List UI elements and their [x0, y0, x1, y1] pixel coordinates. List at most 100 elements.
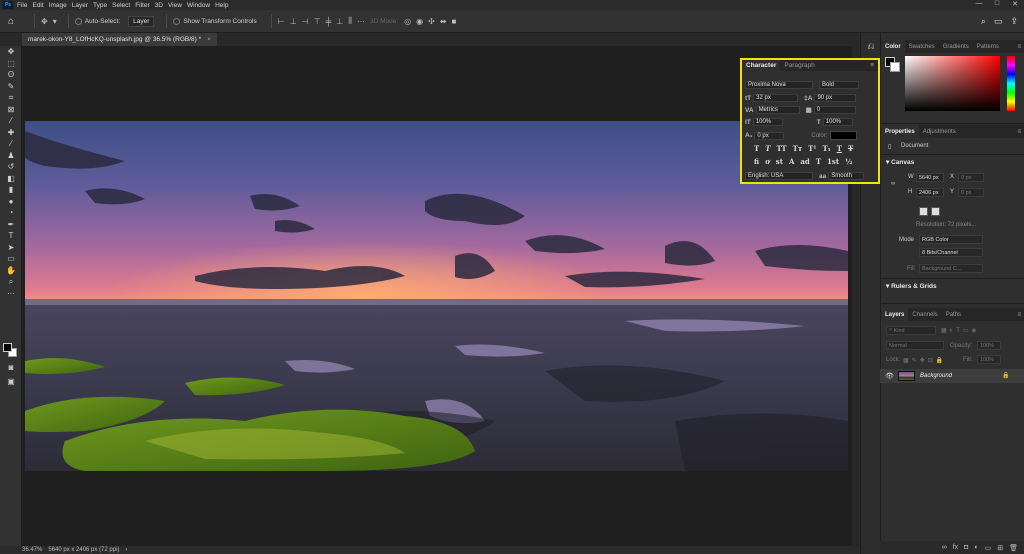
3d-scale-icon[interactable]: ■	[452, 17, 457, 26]
zoom-tool-icon[interactable]: ⌕	[0, 276, 22, 288]
adjustment-layer-icon[interactable]: ◐	[974, 544, 978, 551]
font-style-select[interactable]: Bold	[819, 81, 859, 89]
status-arrow-icon[interactable]: ›	[125, 547, 127, 553]
menu-select[interactable]: Select	[112, 2, 130, 9]
underline-icon[interactable]: T	[837, 144, 842, 153]
antialias-select[interactable]: Smooth	[828, 172, 865, 180]
blend-mode-select[interactable]: Normal	[886, 341, 944, 350]
menu-view[interactable]: View	[168, 2, 182, 9]
history-panel-icon[interactable]: ⎌	[861, 37, 881, 55]
type-tool-icon[interactable]: T	[0, 230, 22, 242]
contextual-alternates-icon[interactable]: T	[816, 157, 821, 166]
screen-mode-icon[interactable]: ▣	[0, 376, 22, 388]
layer-style-icon[interactable]: fx	[953, 544, 958, 551]
link-dimensions-icon[interactable]: ∞	[891, 181, 895, 187]
menu-edit[interactable]: Edit	[32, 2, 43, 9]
tab-properties[interactable]: Properties	[881, 125, 919, 138]
ordinals-icon[interactable]: 1st	[827, 157, 839, 166]
vertical-scale-field[interactable]: 100%	[752, 118, 783, 126]
document-image[interactable]	[25, 121, 848, 471]
marquee-tool-icon[interactable]: ⬚	[0, 58, 22, 70]
new-layer-icon[interactable]: ⊞	[997, 544, 1003, 552]
stylistic-alternates-icon[interactable]: st	[776, 157, 783, 166]
ligatures-icon[interactable]: fi	[754, 157, 759, 166]
history-brush-tool-icon[interactable]: ↺	[0, 161, 22, 173]
canvas-width-field[interactable]: 5640 px	[916, 173, 944, 182]
healing-brush-tool-icon[interactable]: ✚	[0, 127, 22, 139]
crop-tool-icon[interactable]: ⌗	[0, 92, 22, 104]
foreground-color-swatch[interactable]	[3, 343, 12, 352]
close-tab-icon[interactable]: ×	[207, 36, 211, 43]
panel-menu-icon[interactable]: ≡	[1017, 312, 1021, 318]
auto-select-dropdown[interactable]: Layer	[128, 15, 155, 27]
small-caps-icon[interactable]: Tт	[793, 144, 803, 153]
tab-patterns[interactable]: Patterns	[973, 40, 1003, 53]
tab-channels[interactable]: Channels	[908, 308, 941, 321]
tab-gradients[interactable]: Gradients	[939, 40, 973, 53]
panel-menu-icon[interactable]: ≡	[1017, 44, 1021, 50]
canvas-section-label[interactable]: ▾ Canvas	[886, 158, 914, 166]
tab-paths[interactable]: Paths	[942, 308, 965, 321]
menu-3d[interactable]: 3D	[155, 2, 163, 9]
clone-stamp-tool-icon[interactable]: ♟	[0, 150, 22, 162]
chevron-down-icon[interactable]: ▾	[53, 17, 57, 26]
menu-window[interactable]: Window	[187, 2, 210, 9]
align-left-icon[interactable]: ⊢	[278, 17, 285, 26]
minimize-button[interactable]: —	[970, 0, 988, 8]
superscript-icon[interactable]: T¹	[808, 144, 816, 153]
align-top-icon[interactable]: ⊤	[314, 17, 321, 26]
distribute-icon[interactable]: ⫼	[348, 16, 352, 26]
canvas-x-field[interactable]: 0 px	[958, 173, 984, 182]
baseline-shift-field[interactable]: 0 px	[754, 131, 785, 140]
canvas-height-field[interactable]: 2406 px	[916, 188, 944, 197]
canvas-y-field[interactable]: 0 px	[958, 188, 984, 197]
layer-filter-kind-select[interactable]: ⌕ Kind	[886, 326, 936, 335]
panel-menu-icon[interactable]: ≡	[870, 62, 874, 69]
blur-tool-icon[interactable]: ●	[0, 196, 22, 208]
quick-select-tool-icon[interactable]: ✎	[0, 81, 22, 93]
link-layers-icon[interactable]: ∞	[942, 544, 947, 551]
all-caps-icon[interactable]: TT	[776, 144, 786, 153]
opacity-field[interactable]: 100%	[977, 341, 1001, 350]
rulers-grids-section[interactable]: ▾ Rulers & Grids	[886, 282, 937, 290]
hand-tool-icon[interactable]: ✋	[0, 265, 22, 277]
leading-field[interactable]: 90 px	[814, 94, 857, 102]
eraser-tool-icon[interactable]: ◧	[0, 173, 22, 185]
titling-alternates-icon[interactable]: ad	[800, 157, 809, 166]
strikethrough-icon[interactable]: T	[848, 144, 853, 153]
3d-pan-icon[interactable]: ✣	[428, 17, 435, 26]
tab-layers[interactable]: Layers	[881, 308, 909, 321]
tab-paragraph[interactable]: Paragraph	[780, 60, 818, 71]
auto-select-checkbox[interactable]	[74, 17, 82, 25]
add-mask-icon[interactable]: ◘	[964, 544, 968, 551]
rectangle-tool-icon[interactable]: ▭	[0, 253, 22, 265]
menu-type[interactable]: Type	[93, 2, 107, 9]
3d-roll-icon[interactable]: ◉	[416, 17, 423, 26]
font-family-select[interactable]: Proxima Nova	[745, 81, 813, 89]
layer-visibility-eye-icon[interactable]: 👁	[885, 372, 894, 380]
lasso-tool-icon[interactable]: ʘ	[0, 69, 22, 81]
gradient-tool-icon[interactable]: ▮	[0, 184, 22, 196]
align-right-icon[interactable]: ⊣	[302, 17, 309, 26]
layer-filter-icons[interactable]: ▦◐T▭◈	[941, 327, 979, 334]
pen-tool-icon[interactable]: ✒	[0, 219, 22, 231]
path-selection-tool-icon[interactable]: ➤	[0, 242, 22, 254]
language-select[interactable]: English: USA	[745, 172, 813, 180]
new-group-icon[interactable]: ▭	[985, 544, 992, 552]
show-transform-checkbox[interactable]	[173, 17, 181, 25]
horizontal-scale-field[interactable]: 100%	[822, 118, 853, 126]
font-size-field[interactable]: 32 px	[753, 94, 799, 102]
faux-italic-icon[interactable]: T	[765, 144, 770, 153]
landscape-orientation-icon[interactable]	[931, 207, 940, 216]
color-picker-field[interactable]	[905, 56, 1000, 111]
portrait-orientation-icon[interactable]	[919, 207, 928, 216]
more-options-icon[interactable]: ···	[357, 17, 365, 26]
color-mode-select[interactable]: RGB Color	[919, 235, 983, 244]
hue-slider[interactable]	[1007, 56, 1015, 111]
move-tool-icon[interactable]: ✥	[0, 46, 22, 58]
menu-file[interactable]: File	[17, 2, 27, 9]
workspace-icon[interactable]: ▭	[994, 16, 1003, 27]
align-center-icon[interactable]: ⊥	[290, 17, 297, 26]
lock-icons[interactable]: ▦✎✥⊡🔒	[903, 357, 946, 364]
tab-character[interactable]: Character	[742, 60, 781, 71]
